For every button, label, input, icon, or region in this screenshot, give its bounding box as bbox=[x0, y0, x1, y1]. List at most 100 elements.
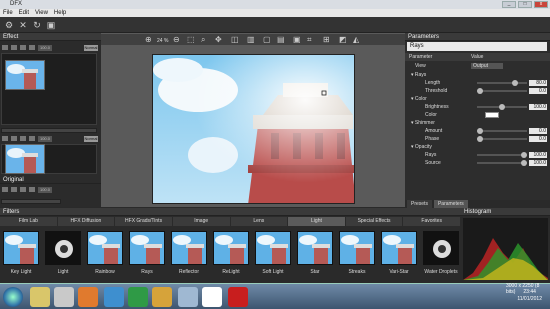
param-row-rays[interactable]: ▾ Rays bbox=[405, 71, 550, 79]
param-slider[interactable] bbox=[477, 88, 527, 94]
param-slider[interactable] bbox=[477, 136, 527, 142]
param-slider[interactable] bbox=[477, 152, 527, 158]
param-value[interactable]: 0.0 bbox=[529, 136, 547, 142]
layer-brush-icon[interactable] bbox=[20, 136, 26, 141]
minimize-button[interactable]: _ bbox=[502, 1, 516, 8]
layer-scrollbar[interactable] bbox=[1, 128, 97, 133]
split-view-icon[interactable]: ◫ bbox=[231, 36, 239, 44]
param-row-shimmer[interactable]: ▾ Shimmer bbox=[405, 119, 550, 127]
cancel-icon[interactable]: ✕ bbox=[18, 20, 28, 30]
explorer-icon[interactable] bbox=[30, 287, 50, 307]
param-slider[interactable] bbox=[477, 128, 527, 134]
filter-category-film-lab[interactable]: Film Lab bbox=[0, 217, 58, 226]
settings-icon[interactable]: ⚙ bbox=[4, 20, 14, 30]
zoom-out-icon[interactable]: ⊖ bbox=[173, 36, 180, 44]
menu-file[interactable]: File bbox=[3, 9, 13, 17]
filter-category-hfx-grads-tints[interactable]: HFX Grads/Tints bbox=[115, 217, 173, 226]
layer2-thumbnail[interactable] bbox=[5, 144, 45, 174]
filter-item-soft-light[interactable]: Soft Light bbox=[252, 228, 294, 280]
filter-category-favorites[interactable]: Favorites bbox=[403, 217, 461, 226]
menu-help[interactable]: Help bbox=[54, 9, 66, 17]
preset-name-field[interactable]: Rays bbox=[407, 42, 547, 51]
menu-edit[interactable]: Edit bbox=[19, 9, 29, 17]
filter-item-key-light[interactable]: Key Light bbox=[0, 228, 42, 280]
filter-item-rays[interactable]: Rays bbox=[126, 228, 168, 280]
slider-knob[interactable] bbox=[512, 80, 519, 86]
param-slider[interactable] bbox=[477, 80, 527, 86]
close-button[interactable]: x bbox=[534, 1, 548, 8]
filter-item-light[interactable]: Light bbox=[42, 228, 84, 280]
reset-icon[interactable]: ↻ bbox=[32, 20, 42, 30]
filter-item-star[interactable]: Star bbox=[294, 228, 336, 280]
param-row-opacity[interactable]: ▾ Opacity bbox=[405, 143, 550, 151]
param-value[interactable]: 100.0 bbox=[529, 160, 547, 166]
filter-item-streaks[interactable]: Streaks bbox=[336, 228, 378, 280]
param-value[interactable]: 100.0 bbox=[529, 152, 547, 158]
filter-category-hfx-diffusion[interactable]: HFX Diffusion bbox=[58, 217, 116, 226]
acrobat-icon[interactable] bbox=[228, 287, 248, 307]
main-photo[interactable] bbox=[152, 54, 355, 204]
param-value[interactable]: 80.0 bbox=[529, 80, 547, 86]
fit-icon[interactable]: ⬚ bbox=[187, 36, 195, 44]
layer-visible-icon[interactable] bbox=[2, 136, 8, 141]
layer-brush-icon[interactable] bbox=[20, 45, 26, 50]
layer1-thumbnail[interactable] bbox=[5, 60, 45, 90]
compare-icon[interactable]: ▣ bbox=[46, 20, 56, 30]
layer1-box[interactable] bbox=[1, 53, 97, 125]
filter-item-rainbow[interactable]: Rainbow bbox=[84, 228, 126, 280]
filter-item-reflector[interactable]: Reflector bbox=[168, 228, 210, 280]
filter-category-special-effects[interactable]: Special Effects bbox=[346, 217, 404, 226]
filter-category-image[interactable]: Image bbox=[173, 217, 231, 226]
layer1-opacity[interactable]: 100.0 bbox=[38, 44, 52, 51]
layer2-blend-mode[interactable]: Normal bbox=[84, 135, 98, 142]
magnify-icon[interactable]: ⌕ bbox=[201, 36, 205, 44]
mask-view-icon[interactable]: ▤ bbox=[277, 36, 285, 44]
zoom-level[interactable]: 24 % bbox=[157, 37, 168, 45]
burn-icon[interactable] bbox=[152, 287, 172, 307]
param-slider[interactable] bbox=[477, 104, 527, 110]
layer2-box[interactable] bbox=[1, 144, 97, 174]
param-value[interactable]: 0.0 bbox=[529, 88, 547, 94]
filter-item-relight[interactable]: ReLight bbox=[210, 228, 252, 280]
filter-item-water-droplets[interactable]: Water Droplets bbox=[420, 228, 462, 280]
utorrent-icon[interactable] bbox=[128, 287, 148, 307]
skype-icon[interactable] bbox=[104, 287, 124, 307]
app-icon[interactable] bbox=[178, 287, 198, 307]
layer-copy-icon[interactable] bbox=[29, 45, 35, 50]
slider-knob[interactable] bbox=[477, 88, 483, 94]
layer-brush-icon[interactable] bbox=[20, 187, 26, 192]
slider-knob[interactable] bbox=[477, 128, 483, 134]
start-button[interactable] bbox=[3, 287, 23, 307]
layer-mask-icon[interactable] bbox=[11, 136, 17, 141]
menu-view[interactable]: View bbox=[35, 9, 48, 17]
slider-knob[interactable] bbox=[499, 104, 505, 110]
view-dropdown[interactable]: Output bbox=[471, 63, 503, 69]
param-value[interactable]: 0.0 bbox=[529, 128, 547, 134]
layer-visible-icon[interactable] bbox=[2, 45, 8, 50]
filter-item-vari-star[interactable]: Vari-Star bbox=[378, 228, 420, 280]
side-by-side-icon[interactable]: ▥ bbox=[247, 36, 255, 44]
media-player-icon[interactable] bbox=[54, 287, 74, 307]
param-slider[interactable] bbox=[477, 160, 527, 166]
original-scrollbar[interactable] bbox=[1, 199, 61, 204]
layer3-opacity[interactable]: 100.0 bbox=[38, 186, 52, 193]
layer-mask-icon[interactable] bbox=[11, 187, 17, 192]
slider-knob[interactable] bbox=[521, 160, 527, 166]
histogram-view-icon[interactable]: ◩ bbox=[339, 36, 347, 44]
filter-category-light[interactable]: Light bbox=[288, 217, 346, 226]
layer1-blend-mode[interactable]: Normal bbox=[84, 44, 98, 51]
crop-icon[interactable]: ⌗ bbox=[307, 36, 312, 44]
firefox-icon[interactable] bbox=[78, 287, 98, 307]
pan-icon[interactable]: ✥ bbox=[215, 36, 222, 44]
layer-mask-icon[interactable] bbox=[11, 45, 17, 50]
grid-icon[interactable]: ⊞ bbox=[323, 36, 330, 44]
color-swatch[interactable] bbox=[485, 112, 499, 118]
slider-knob[interactable] bbox=[521, 152, 527, 158]
maximize-button[interactable]: □ bbox=[518, 1, 532, 8]
layer2-opacity[interactable]: 100.0 bbox=[38, 135, 52, 142]
zoom-in-icon[interactable]: ⊕ bbox=[145, 36, 152, 44]
tab-presets[interactable]: Presets bbox=[407, 200, 432, 208]
param-row-color[interactable]: ▾ Color bbox=[405, 95, 550, 103]
dfx-app-icon[interactable] bbox=[202, 287, 222, 307]
param-value[interactable]: 100.0 bbox=[529, 104, 547, 110]
